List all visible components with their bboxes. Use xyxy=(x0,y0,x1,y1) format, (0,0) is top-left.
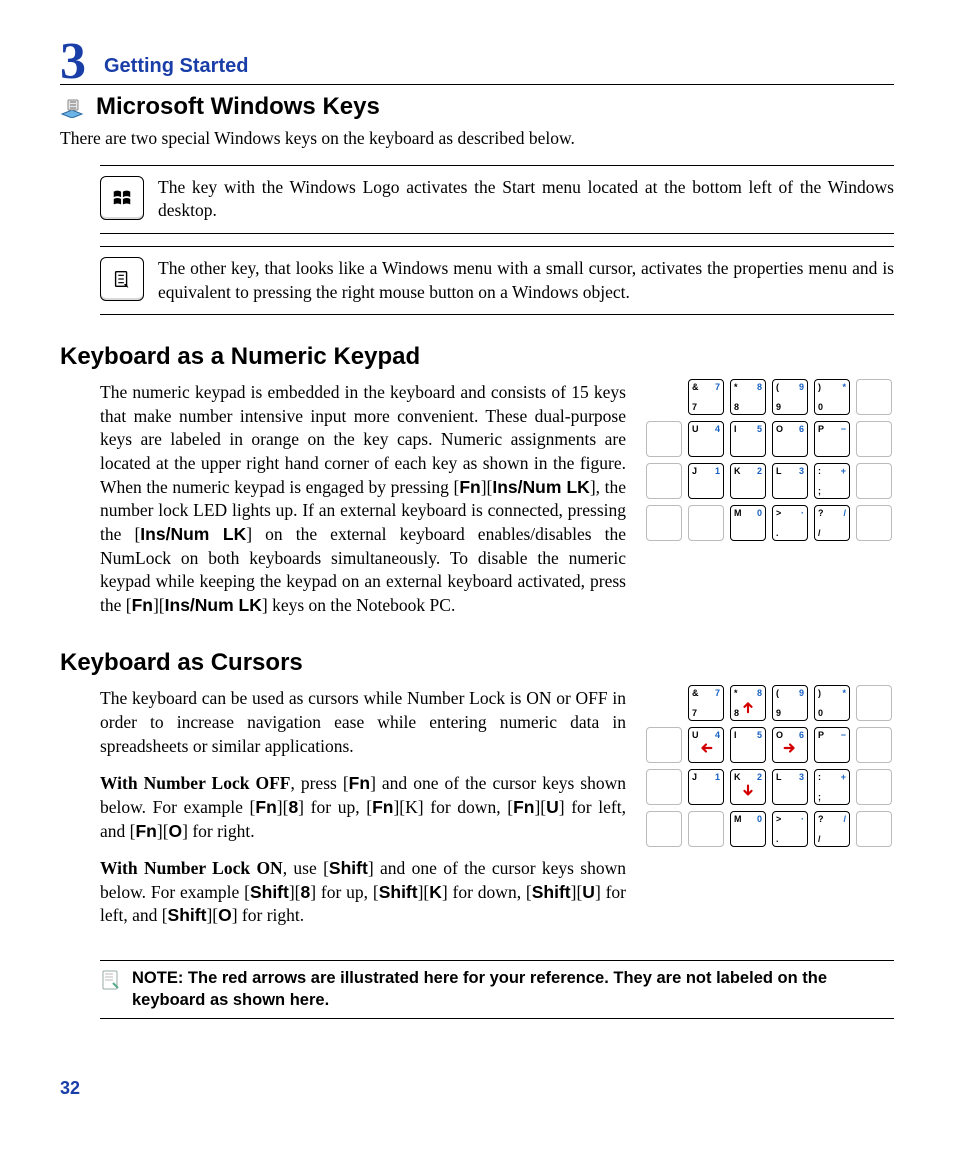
keypad-key: *88 xyxy=(730,685,766,721)
keypad-key: (99 xyxy=(772,379,808,415)
windows-logo-key-desc: The key with the Windows Logo activates … xyxy=(158,176,894,223)
keypad-key: >·. xyxy=(772,811,808,847)
keypad-key: I5 xyxy=(730,421,766,457)
keypad-key: :+; xyxy=(814,463,850,499)
windows-key-icon xyxy=(60,96,86,118)
menu-keycap xyxy=(100,257,144,301)
keypad-key: )*0 xyxy=(814,685,850,721)
cursor-keypad-diagram: &77*88(99)*0 U4I5O6P− J1K2L3:+; M0>·.?// xyxy=(644,683,894,849)
keypad-key: O6 xyxy=(772,421,808,457)
keypad-key: U4 xyxy=(688,421,724,457)
keypad-key: >·. xyxy=(772,505,808,541)
keypad-key: U4 xyxy=(688,727,724,763)
keypad-key: :+; xyxy=(814,769,850,805)
section-heading-cursors: Keyboard as Cursors xyxy=(60,649,894,677)
windows-logo-icon xyxy=(111,187,133,209)
windows-logo-keycap xyxy=(100,176,144,220)
section-heading-numeric-keypad: Keyboard as a Numeric Keypad xyxy=(60,343,894,371)
keypad-key: K2 xyxy=(730,463,766,499)
menu-key-row: The other key, that looks like a Windows… xyxy=(100,246,894,315)
keypad-key: K2 xyxy=(730,769,766,805)
numlock-on-paragraph: With Number Lock ON, use [Shift] and one… xyxy=(100,857,626,928)
chapter-title: Getting Started xyxy=(104,55,248,82)
keypad-key: &77 xyxy=(688,379,724,415)
cursors-intro: The keyboard can be used as cursors whil… xyxy=(100,687,626,758)
note-icon xyxy=(100,969,122,991)
chapter-number: 3 xyxy=(60,36,86,88)
keypad-key: L3 xyxy=(772,463,808,499)
section-title-text: Microsoft Windows Keys xyxy=(96,93,380,121)
numeric-keypad-diagram: &77*88(99)*0 U4I5O6P− J1K2L3:+; M0>·.?// xyxy=(644,377,894,543)
keypad-key: M0 xyxy=(730,811,766,847)
keypad-key: J1 xyxy=(688,463,724,499)
keypad-key: &77 xyxy=(688,685,724,721)
note-box: NOTE: The red arrows are illustrated her… xyxy=(100,960,894,1019)
keypad-key: M0 xyxy=(730,505,766,541)
chapter-header: 3 Getting Started xyxy=(60,30,894,85)
context-menu-icon xyxy=(111,268,133,290)
keypad-key: L3 xyxy=(772,769,808,805)
windows-logo-key-row: The key with the Windows Logo activates … xyxy=(100,165,894,234)
section-heading-windows-keys: Microsoft Windows Keys xyxy=(60,93,894,121)
keypad-key: (99 xyxy=(772,685,808,721)
keypad-key: ?// xyxy=(814,505,850,541)
keypad-key: ?// xyxy=(814,811,850,847)
section1-intro: There are two special Windows keys on th… xyxy=(60,127,894,151)
keypad-key: )*0 xyxy=(814,379,850,415)
keypad-key: *88 xyxy=(730,379,766,415)
keypad-key: P− xyxy=(814,727,850,763)
page-number: 32 xyxy=(60,1078,80,1099)
keypad-key: P− xyxy=(814,421,850,457)
numeric-keypad-paragraph: The numeric keypad is embedded in the ke… xyxy=(100,381,626,617)
menu-key-desc: The other key, that looks like a Windows… xyxy=(158,257,894,304)
numlock-off-paragraph: With Number Lock OFF, press [Fn] and one… xyxy=(100,772,626,843)
keypad-key: I5 xyxy=(730,727,766,763)
note-text: NOTE: The red arrows are illustrated her… xyxy=(132,967,894,1012)
keypad-key: O6 xyxy=(772,727,808,763)
keypad-key: J1 xyxy=(688,769,724,805)
